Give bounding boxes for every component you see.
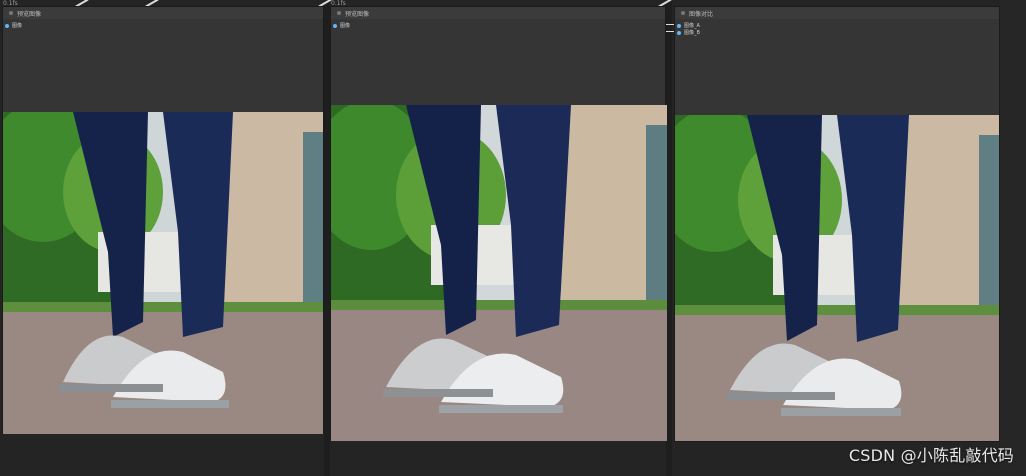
node-title: 预览图像	[17, 10, 42, 18]
node-header[interactable]: 图像对比	[675, 7, 999, 19]
slot-label: 图像	[340, 23, 351, 29]
csdn-watermark: CSDN @小陈乱敲代码	[848, 446, 1014, 465]
sneakers-photo	[331, 105, 667, 441]
slot-label: 图像	[12, 23, 23, 29]
input-slot-image[interactable]: 图像	[333, 22, 350, 29]
collapse-dot-icon[interactable]	[9, 11, 13, 15]
sneakers-photo	[675, 115, 999, 441]
input-pin-icon[interactable]	[333, 23, 337, 28]
preview-image	[3, 112, 323, 434]
input-pin-icon[interactable]	[677, 23, 681, 28]
slot-label: 图像_B	[684, 30, 700, 36]
compare-image[interactable]	[675, 115, 999, 441]
column-divider	[1000, 0, 1026, 476]
node-badge: 0.1fs	[331, 0, 346, 7]
node-header[interactable]: 预览图像	[331, 7, 665, 19]
node-header[interactable]: 预览图像	[3, 7, 323, 19]
preview-image-node[interactable]: 0.1fs 预览图像 图像	[2, 0, 324, 434]
node-title: 图像对比	[689, 10, 714, 18]
collapse-dot-icon[interactable]	[681, 11, 685, 15]
node-badge: 0.1fs	[3, 0, 18, 7]
collapse-dot-icon[interactable]	[337, 11, 341, 15]
slot-label: 图像_A	[684, 23, 700, 29]
input-slot-image[interactable]: 图像	[5, 22, 22, 29]
sneakers-photo	[3, 112, 323, 434]
input-slot-image-a[interactable]: 图像_A	[677, 22, 700, 29]
node-canvas[interactable]: 0.1fs 预览图像 图像 0.1fs 预览图像 图像 图像对比 图像_A 图像…	[0, 0, 1026, 476]
input-pin-icon[interactable]	[677, 30, 681, 35]
preview-image-node[interactable]: 0.1fs 预览图像 图像	[330, 0, 667, 441]
node-title: 预览图像	[345, 10, 370, 18]
preview-image	[331, 105, 667, 441]
image-compare-node[interactable]: 图像对比 图像_A 图像_B	[674, 6, 1000, 442]
input-pin-icon[interactable]	[5, 23, 9, 28]
input-slot-image-b[interactable]: 图像_B	[677, 29, 700, 36]
